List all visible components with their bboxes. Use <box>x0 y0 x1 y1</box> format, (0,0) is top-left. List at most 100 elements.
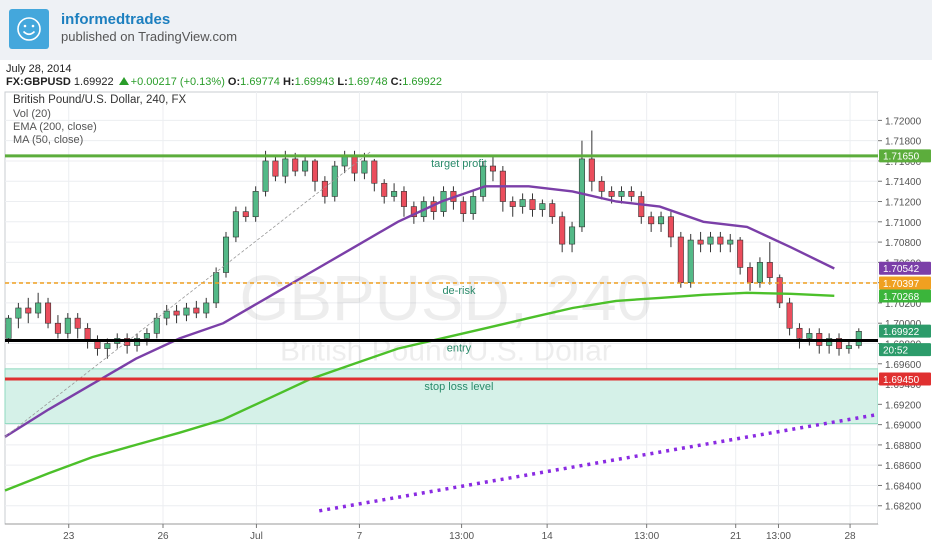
x-axis: 23 26 Jul 7 13:00 14 13:00 21 13:00 28 <box>5 523 878 542</box>
symbol: FX:GBPUSD <box>6 76 71 88</box>
candle-body <box>737 239 744 268</box>
candle-body <box>183 307 190 316</box>
x-tick-label: Jul <box>250 531 263 542</box>
candle-body <box>470 196 477 214</box>
price-chart[interactable]: GBPUSD, 240 British Pound/U.S. Dollar ta… <box>0 88 932 550</box>
candle-body <box>292 158 299 172</box>
close-value: 1.69922 <box>402 76 443 88</box>
candle-body <box>400 191 408 207</box>
candle-body <box>519 199 526 207</box>
candle-body <box>25 307 32 314</box>
candle-body <box>222 236 230 273</box>
candle-body <box>529 199 536 210</box>
candle-body <box>727 239 734 245</box>
candle-body <box>509 201 516 207</box>
low-label: L: <box>337 76 348 88</box>
candle-body <box>717 236 724 245</box>
y-tick-label: 1.71200 <box>885 198 922 209</box>
y-tick-label: 1.68800 <box>885 441 922 452</box>
y-tick-label: 1.72000 <box>885 116 922 127</box>
candle-body <box>677 236 684 283</box>
low-value: 1.69748 <box>347 76 388 88</box>
y-tick-label: 1.68400 <box>885 481 922 492</box>
indicator-ema: EMA (200, close) <box>13 121 97 133</box>
level-label: stop loss level <box>424 381 493 393</box>
x-tick-label: 28 <box>845 531 857 542</box>
candle-body <box>806 333 813 339</box>
candle-body <box>539 203 546 210</box>
publish-date: July 28, 2014 <box>6 63 72 75</box>
y-tick-label: 1.69200 <box>885 400 922 411</box>
price-change: +0.00217 (+0.13%) <box>130 76 225 88</box>
author-name[interactable]: informedtrades <box>61 11 170 28</box>
candle-body <box>282 158 289 177</box>
price-tag-label: 1.70397 <box>883 279 920 290</box>
candle-body <box>94 341 101 349</box>
candle-body <box>608 191 615 197</box>
candle-body <box>302 160 309 172</box>
indicator-ma: MA (50, close) <box>13 134 83 146</box>
candle-body <box>618 191 625 197</box>
candle-body <box>153 317 160 334</box>
candle-body <box>697 239 704 245</box>
high-value: 1.69943 <box>294 76 335 88</box>
x-tick-label: 13:00 <box>766 531 791 542</box>
y-tick-label: 1.68200 <box>885 502 922 513</box>
candle-body <box>460 201 467 214</box>
triangle-up-icon <box>118 77 129 85</box>
candle-body <box>252 191 259 218</box>
candle-body <box>45 302 52 324</box>
x-tick-label: 23 <box>63 531 75 542</box>
chart-title: British Pound/U.S. Dollar, 240, FX <box>13 94 187 106</box>
x-tick-label: 7 <box>357 531 363 542</box>
candle-body <box>262 160 269 192</box>
candle-body <box>104 343 111 349</box>
candle-body <box>549 203 556 218</box>
y-tick-label: 1.68600 <box>885 461 922 472</box>
candle-body <box>143 333 150 339</box>
close-label: C: <box>390 76 403 88</box>
price-tag-label: 20:52 <box>883 345 908 356</box>
price-tag-label: 1.69450 <box>883 375 920 386</box>
indicator-vol: Vol (20) <box>13 108 51 120</box>
candle-body <box>569 226 576 245</box>
y-tick-label: 1.69000 <box>885 421 922 432</box>
price-tag-label: 1.71650 <box>883 152 920 163</box>
price-tag-label: 1.70542 <box>883 264 920 275</box>
x-tick-label: 26 <box>157 531 169 542</box>
candle-body <box>351 155 358 174</box>
candle-body <box>747 267 754 283</box>
open-value: 1.69774 <box>240 76 280 88</box>
y-tick-label: 1.69600 <box>885 360 922 371</box>
candle-body <box>786 302 793 329</box>
watermark-symbol: GBPUSD, 240 <box>240 262 653 334</box>
candle-body <box>54 322 61 334</box>
x-tick-label: 13:00 <box>634 531 659 542</box>
candle-body <box>855 331 862 346</box>
y-tick-label: 1.71000 <box>885 218 922 229</box>
candle-body <box>341 155 348 167</box>
candle-body <box>361 160 368 174</box>
candle-body <box>321 180 328 197</box>
candle-body <box>391 191 398 197</box>
candle-body <box>648 216 655 225</box>
candle-body <box>242 211 249 218</box>
high-label: H: <box>282 76 295 88</box>
candle-body <box>559 216 566 245</box>
candle-body <box>5 317 12 339</box>
candle-body <box>756 262 763 283</box>
candle-body <box>232 211 239 238</box>
smiley-icon <box>17 17 41 41</box>
candle-body <box>598 180 605 192</box>
candle-body <box>707 236 714 245</box>
candle-body <box>203 302 210 314</box>
x-tick-label: 21 <box>730 531 742 542</box>
price-tag-label: 1.70268 <box>883 292 920 303</box>
published-on: published on TradingView.com <box>61 29 238 44</box>
last-price: 1.69922 <box>73 76 114 88</box>
candle-body <box>213 272 220 304</box>
avatar[interactable] <box>9 9 49 49</box>
y-tick-label: 1.71400 <box>885 177 922 188</box>
candle-body <box>193 307 200 314</box>
level-label: entry <box>447 342 472 354</box>
